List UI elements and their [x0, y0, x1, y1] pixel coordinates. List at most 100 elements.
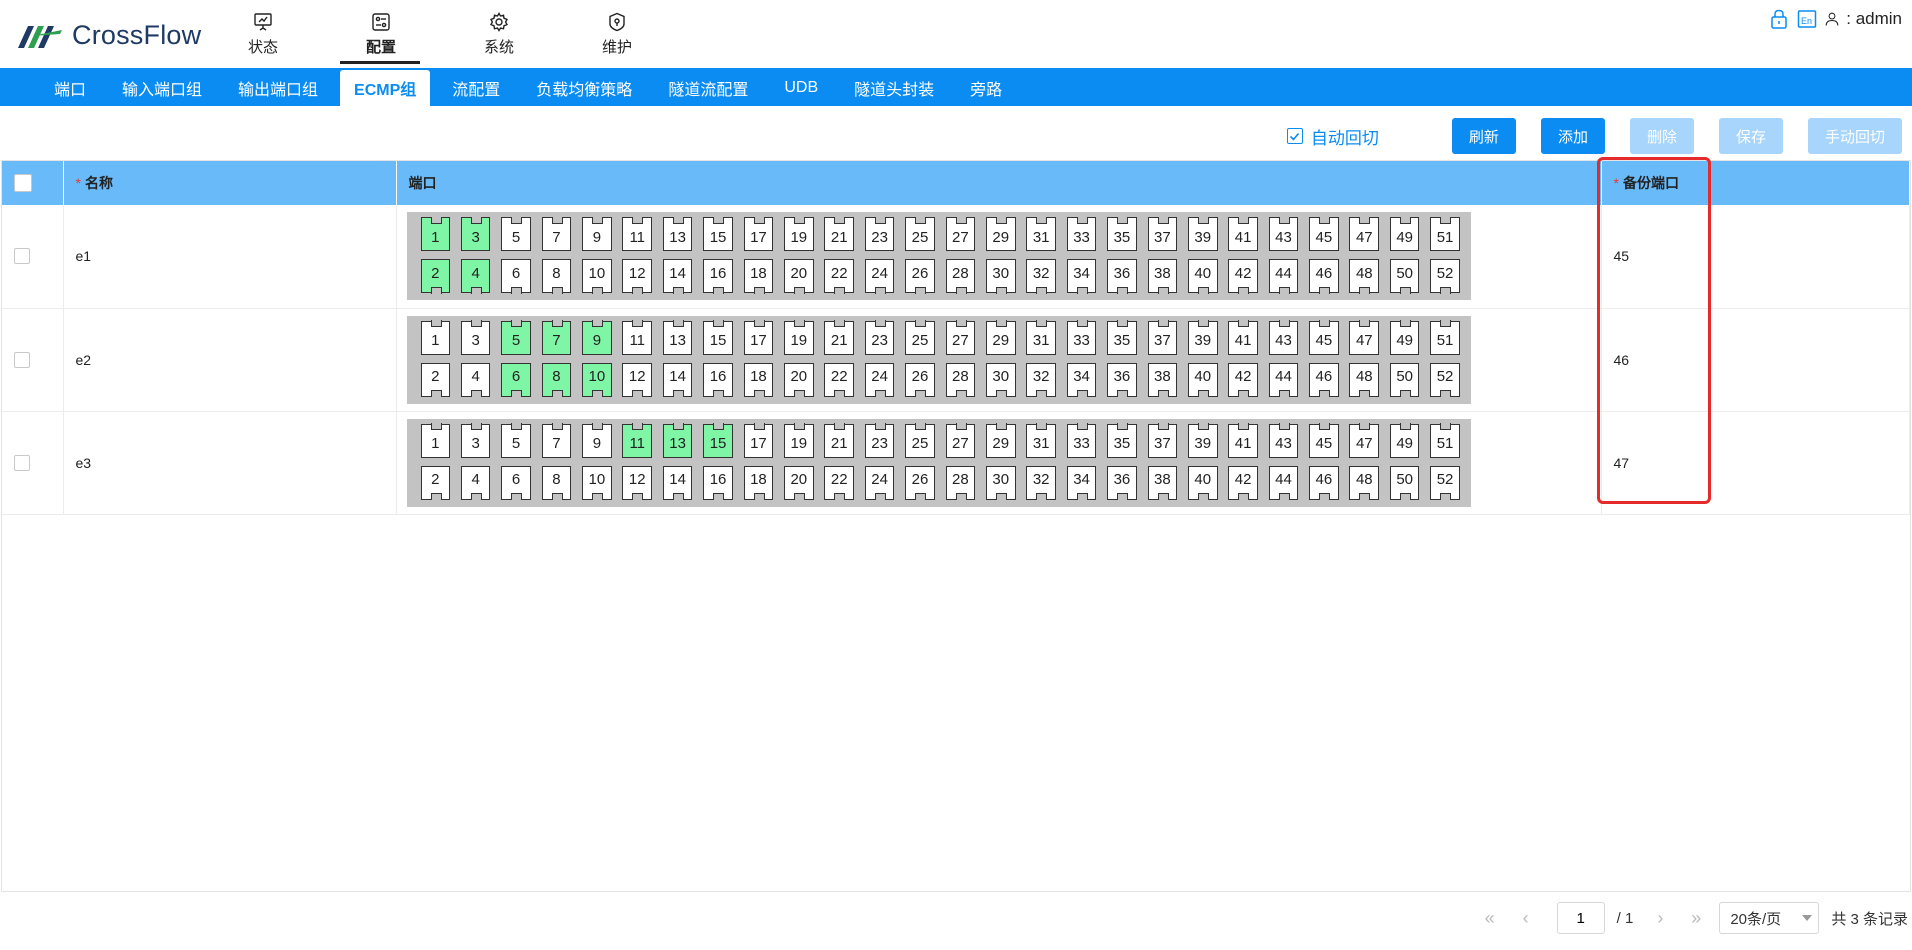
- port-5[interactable]: 5: [501, 320, 531, 355]
- port-49[interactable]: 49: [1389, 216, 1420, 252]
- port-7[interactable]: 7: [541, 423, 572, 458]
- first-page-icon[interactable]: «: [1475, 908, 1505, 929]
- row-backup-port-cell[interactable]: 47: [1601, 411, 1910, 515]
- port-42[interactable]: 42: [1228, 259, 1258, 294]
- prev-page-icon[interactable]: ‹: [1511, 908, 1541, 929]
- port-6[interactable]: 6: [501, 362, 531, 397]
- row-checkbox[interactable]: [14, 248, 30, 265]
- port-36[interactable]: 36: [1107, 465, 1137, 500]
- port-25[interactable]: 25: [905, 320, 935, 355]
- port-31[interactable]: 31: [1026, 423, 1056, 458]
- port-51[interactable]: 51: [1430, 320, 1460, 355]
- page-size-select[interactable]: 20条/页: [1719, 902, 1820, 934]
- port-11[interactable]: 11: [622, 423, 653, 458]
- port-48[interactable]: 48: [1349, 259, 1380, 294]
- last-page-icon[interactable]: »: [1681, 908, 1711, 929]
- port-49[interactable]: 49: [1389, 423, 1420, 458]
- row-checkbox[interactable]: [14, 454, 30, 471]
- port-44[interactable]: 44: [1268, 362, 1299, 397]
- tab-ports[interactable]: 端口: [40, 70, 100, 106]
- port-9[interactable]: 9: [582, 320, 612, 355]
- tab-ecmp-group[interactable]: ECMP组: [340, 70, 431, 106]
- port-18[interactable]: 18: [743, 465, 774, 500]
- port-11[interactable]: 11: [622, 216, 653, 252]
- add-button[interactable]: 添加: [1540, 118, 1605, 154]
- port-47[interactable]: 47: [1349, 216, 1380, 252]
- port-21[interactable]: 21: [824, 423, 854, 458]
- port-21[interactable]: 21: [824, 320, 854, 355]
- save-button[interactable]: 保存: [1718, 118, 1783, 154]
- port-38[interactable]: 38: [1147, 362, 1178, 397]
- port-33[interactable]: 33: [1066, 216, 1097, 252]
- port-43[interactable]: 43: [1268, 320, 1299, 355]
- port-32[interactable]: 32: [1026, 362, 1056, 397]
- port-26[interactable]: 26: [905, 362, 935, 397]
- port-52[interactable]: 52: [1430, 362, 1460, 397]
- port-15[interactable]: 15: [703, 216, 733, 252]
- port-16[interactable]: 16: [703, 259, 733, 294]
- port-14[interactable]: 14: [662, 362, 693, 397]
- port-36[interactable]: 36: [1107, 362, 1137, 397]
- manual-switch-button[interactable]: 手动回切: [1807, 118, 1902, 154]
- port-39[interactable]: 39: [1187, 216, 1218, 252]
- port-51[interactable]: 51: [1430, 423, 1460, 458]
- port-18[interactable]: 18: [743, 362, 774, 397]
- port-5[interactable]: 5: [501, 423, 531, 458]
- port-44[interactable]: 44: [1268, 465, 1299, 500]
- port-15[interactable]: 15: [703, 423, 733, 458]
- refresh-button[interactable]: 刷新: [1451, 118, 1516, 154]
- port-10[interactable]: 10: [582, 465, 612, 500]
- port-38[interactable]: 38: [1147, 259, 1178, 294]
- port-16[interactable]: 16: [703, 465, 733, 500]
- port-17[interactable]: 17: [743, 423, 774, 458]
- port-37[interactable]: 37: [1147, 216, 1178, 252]
- port-3[interactable]: 3: [460, 320, 491, 355]
- port-52[interactable]: 52: [1430, 465, 1460, 500]
- port-26[interactable]: 26: [905, 259, 935, 294]
- table-row[interactable]: e3 1 3 5 7 9 11 13 15 17 19 21 23 25 27 29 31 33 35 37 39 41 4…: [2, 411, 1910, 515]
- port-31[interactable]: 31: [1026, 320, 1056, 355]
- select-all-checkbox[interactable]: [14, 174, 32, 192]
- language-icon[interactable]: En: [1796, 8, 1818, 30]
- port-45[interactable]: 45: [1309, 216, 1339, 252]
- port-40[interactable]: 40: [1187, 362, 1218, 397]
- port-8[interactable]: 8: [541, 259, 572, 294]
- port-49[interactable]: 49: [1389, 320, 1420, 355]
- logo[interactable]: CrossFlow: [16, 20, 201, 51]
- port-1[interactable]: 1: [420, 216, 451, 252]
- port-47[interactable]: 47: [1349, 423, 1380, 458]
- port-7[interactable]: 7: [541, 216, 572, 252]
- port-23[interactable]: 23: [864, 320, 895, 355]
- port-5[interactable]: 5: [501, 216, 531, 252]
- table-row[interactable]: e1 1 3 5 7 9 11 13 15 17 19 21 23 25 27 29 31 33 35 37 39 41 4…: [2, 205, 1910, 309]
- port-32[interactable]: 32: [1026, 259, 1056, 294]
- port-2[interactable]: 2: [420, 362, 451, 397]
- port-40[interactable]: 40: [1187, 259, 1218, 294]
- port-46[interactable]: 46: [1309, 259, 1339, 294]
- port-12[interactable]: 12: [622, 362, 653, 397]
- port-51[interactable]: 51: [1430, 216, 1460, 252]
- port-6[interactable]: 6: [501, 465, 531, 500]
- port-30[interactable]: 30: [985, 465, 1016, 500]
- port-20[interactable]: 20: [784, 362, 814, 397]
- port-47[interactable]: 47: [1349, 320, 1380, 355]
- port-35[interactable]: 35: [1107, 320, 1137, 355]
- port-34[interactable]: 34: [1066, 362, 1097, 397]
- port-12[interactable]: 12: [622, 465, 653, 500]
- port-4[interactable]: 4: [460, 259, 491, 294]
- page-number-input[interactable]: [1556, 902, 1605, 934]
- nav-item-config[interactable]: 配置: [322, 8, 440, 64]
- port-8[interactable]: 8: [541, 465, 572, 500]
- tab-tunnel-flow-config[interactable]: 隧道流配置: [654, 70, 762, 106]
- row-backup-port-cell[interactable]: 46: [1601, 308, 1910, 412]
- port-26[interactable]: 26: [905, 465, 935, 500]
- checkbox-checked-icon[interactable]: [1286, 128, 1303, 144]
- port-13[interactable]: 13: [662, 423, 693, 458]
- port-48[interactable]: 48: [1349, 362, 1380, 397]
- port-22[interactable]: 22: [824, 465, 854, 500]
- next-page-icon[interactable]: ›: [1645, 908, 1675, 929]
- tab-load-balance-policy[interactable]: 负载均衡策略: [522, 70, 646, 106]
- port-1[interactable]: 1: [420, 423, 451, 458]
- row-checkbox[interactable]: [14, 351, 30, 368]
- port-25[interactable]: 25: [905, 423, 935, 458]
